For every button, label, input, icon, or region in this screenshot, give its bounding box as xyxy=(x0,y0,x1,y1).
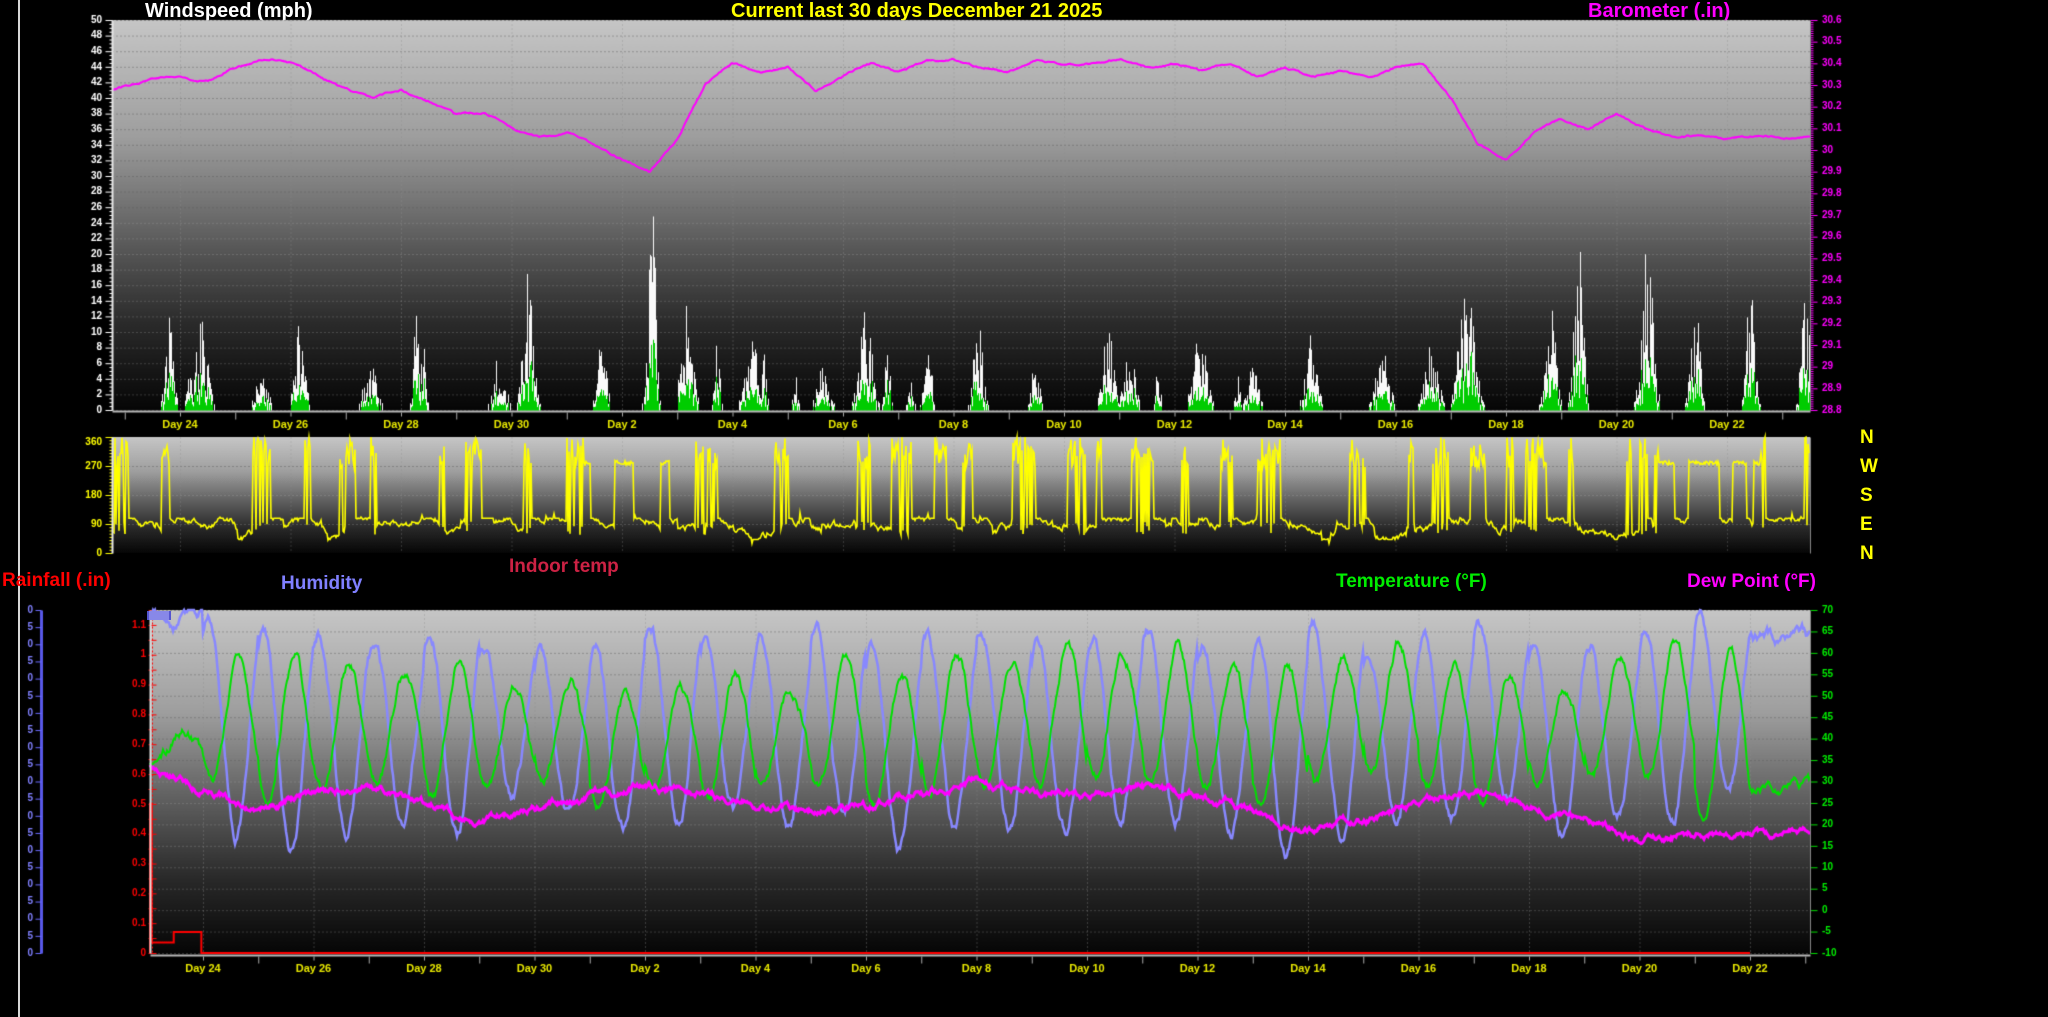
indoor-temp-series-label: Indoor temp xyxy=(509,556,619,578)
weather-graph-screen: Windspeed (mph) Current last 30 days Dec… xyxy=(0,0,2048,1017)
dew-point-series-label: Dew Point (°F) xyxy=(1687,571,1816,593)
rainfall-series-label: Rainfall (.in) xyxy=(2,570,111,592)
compass-label-n-top: N xyxy=(1860,427,1874,449)
compass-label-s: S xyxy=(1860,485,1873,507)
humidity-peak-marker xyxy=(147,611,171,620)
temperature-humidity-chart xyxy=(0,0,2048,1017)
compass-label-n-bottom: N xyxy=(1860,543,1874,565)
compass-label-w: W xyxy=(1860,456,1878,478)
humidity-series-label: Humidity xyxy=(281,573,362,595)
temperature-series-label: Temperature (°F) xyxy=(1336,571,1487,593)
compass-label-e: E xyxy=(1860,514,1873,536)
